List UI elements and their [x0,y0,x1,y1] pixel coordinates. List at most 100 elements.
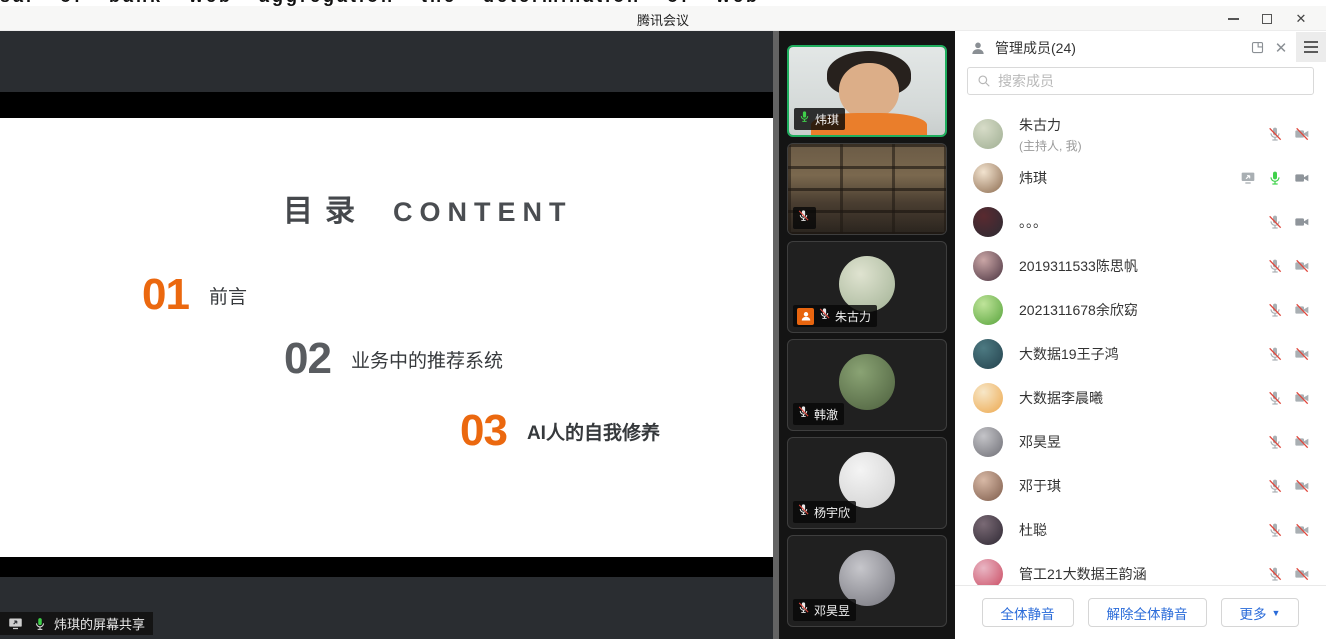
mic-muted-icon[interactable] [1266,478,1283,495]
member-row[interactable]: 炜琪 [955,156,1326,200]
maximize-button[interactable] [1250,6,1284,31]
search-icon [976,70,992,92]
member-row[interactable]: 管工21大数据王韵涵 [955,552,1326,585]
mic-muted-icon[interactable] [1266,126,1283,143]
title-bar: 腾讯会议 ✕ [0,6,1326,31]
mic-muted-icon[interactable] [1266,434,1283,451]
cam-gray-icon[interactable] [1293,170,1310,187]
avatar [973,515,1003,545]
tile-name-label: 炜琪 [794,108,845,130]
mic-on-icon [29,613,51,635]
minimize-button[interactable] [1216,6,1250,31]
avatar [973,339,1003,369]
cam-muted-icon[interactable] [1293,434,1310,451]
more-button[interactable]: 更多▼ [1221,598,1300,627]
mic-muted-white-icon [797,405,810,423]
cam-muted-icon[interactable] [1293,258,1310,275]
cam-muted-icon[interactable] [1293,478,1310,495]
member-row[interactable]: 大数据李晨曦 [955,376,1326,420]
member-row[interactable]: 。。。 [955,200,1326,244]
screen-share-area: 目录 CONTENT 01前言02业务中的推荐系统03AI人的自我修养 炜琪的屏… [0,31,773,639]
mute-all-button[interactable]: 全体静音 [982,598,1074,627]
tile-name-label: 邓昊昱 [793,599,856,621]
video-tile-room[interactable] [787,143,947,235]
minimize-icon [1228,18,1239,20]
avatar [973,471,1003,501]
video-tile-邓昊昱[interactable]: 邓昊昱 [787,535,947,627]
avatar [973,163,1003,193]
toc-item-03: 03 AI人的自我修养 [460,406,660,456]
avatar [839,550,895,606]
mic-green-icon[interactable] [1266,170,1283,187]
avatar [839,256,895,312]
mic-muted-icon[interactable] [1266,214,1283,231]
unmute-all-button[interactable]: 解除全体静音 [1088,598,1207,627]
member-name: 2019311533陈思帆 [1019,256,1250,276]
avatar [973,427,1003,457]
mic-muted-icon[interactable] [1266,346,1283,363]
toc-number: 03 [460,406,507,456]
participant-name: 邓昊昱 [814,602,850,619]
tile-name-label: 韩澈 [793,403,844,425]
toc-label: 前言 [209,282,247,309]
member-search-input[interactable] [998,73,1305,89]
member-row[interactable]: 朱古力(主持人, 我) [955,112,1326,156]
cam-muted-icon[interactable] [1293,566,1310,583]
avatar [973,383,1003,413]
member-row[interactable]: 2021311678余欣窈 [955,288,1326,332]
screen-share-badge-label: 炜琪的屏幕共享 [54,614,145,633]
cam-muted-icon[interactable] [1293,522,1310,539]
presentation-slide: 目录 CONTENT 01前言02业务中的推荐系统03AI人的自我修养 [0,118,773,557]
cam-muted-icon[interactable] [1293,126,1310,143]
host-badge-icon [797,308,814,325]
video-tile-杨宇欣[interactable]: 杨宇欣 [787,437,947,529]
participant-name: 炜琪 [815,111,839,128]
member-row[interactable]: 2019311533陈思帆 [955,244,1326,288]
mic-muted-icon[interactable] [1266,566,1283,583]
member-name: 邓于琪 [1019,476,1250,496]
participant-name: 朱古力 [835,308,871,325]
member-row[interactable]: 杜聪 [955,508,1326,552]
toc-item-02: 02业务中的推荐系统 [284,334,503,384]
cam-muted-icon[interactable] [1293,390,1310,407]
cam-muted-icon[interactable] [1293,302,1310,319]
video-tile-韩澈[interactable]: 韩澈 [787,339,947,431]
member-name: 杜聪 [1019,520,1250,540]
popout-panel-icon[interactable] [1246,37,1268,59]
member-list: 朱古力(主持人, 我) 炜琪。。。 2019311533陈思帆 2021311678余… [955,96,1326,585]
member-name: 炜琪 [1019,168,1223,188]
member-row[interactable]: 大数据19王子鸿 [955,332,1326,376]
close-button[interactable]: ✕ [1284,6,1318,31]
member-row[interactable]: 邓昊昱 [955,420,1326,464]
mic-muted-icon[interactable] [1266,302,1283,319]
share-letterbox-bottom [0,557,773,577]
mic-muted-icon[interactable] [1266,522,1283,539]
avatar [839,354,895,410]
member-name: 朱古力 [1019,115,1250,135]
mic-muted-white-icon [818,307,831,325]
maximize-icon [1262,14,1272,24]
avatar [973,559,1003,585]
participant-name: 韩澈 [814,406,838,423]
member-name: 大数据19王子鸿 [1019,344,1250,364]
video-tile-朱古力[interactable]: 朱古力 [787,241,947,333]
participant-name: 杨宇欣 [814,504,850,521]
toc-number: 02 [284,334,331,384]
mic-muted-icon[interactable] [1266,390,1283,407]
avatar [973,207,1003,237]
share-letterbox-top [0,92,773,118]
close-panel-icon[interactable]: ✕ [1270,37,1292,59]
member-name: 2021311678余欣窈 [1019,300,1250,320]
menu-hamburger-button[interactable] [1296,32,1326,62]
member-search-box[interactable] [967,67,1314,95]
video-tile-炜琪[interactable]: 炜琪 [787,45,947,137]
cam-gray-icon[interactable] [1293,214,1310,231]
member-row[interactable]: 邓于琪 [955,464,1326,508]
screen-gray-icon[interactable] [1239,170,1256,187]
window-title: 腾讯会议 [0,10,1326,29]
cam-muted-icon[interactable] [1293,346,1310,363]
toc-label: AI人的自我修养 [527,418,660,445]
mic-muted-white-icon [797,209,810,227]
mic-muted-icon[interactable] [1266,258,1283,275]
screen-share-icon [4,613,26,635]
